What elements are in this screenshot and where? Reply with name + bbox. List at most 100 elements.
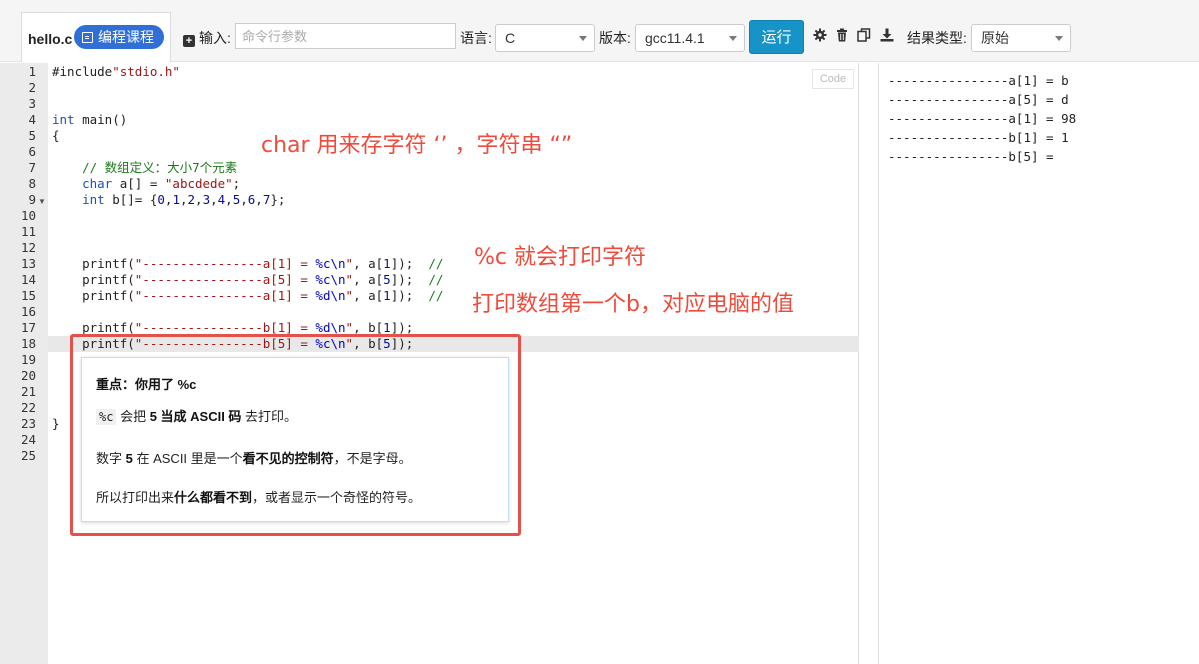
output-line: ----------------a[5] = d xyxy=(888,92,1069,107)
code-line: #include"stdio.h" xyxy=(52,64,180,80)
code-token: , xyxy=(255,192,263,207)
code-token: , xyxy=(240,192,248,207)
code-token: int xyxy=(52,112,75,127)
code-token: 1 xyxy=(383,288,391,303)
code-line: printf("----------------a[5] = %c\n", a[… xyxy=(52,272,443,288)
result-type-value: 原始 xyxy=(981,30,1009,46)
code-token: int xyxy=(82,192,105,207)
code-token: ]); xyxy=(390,256,429,271)
output-line: ----------------a[1] = b xyxy=(888,73,1069,88)
code-line: // 数组定义：大小7个元素 xyxy=(52,160,237,176)
download-icon[interactable] xyxy=(880,28,894,42)
line-number: 17 xyxy=(20,320,36,335)
code-token: 2 xyxy=(187,192,196,207)
copy-icon[interactable] xyxy=(857,28,871,42)
code-token: , xyxy=(210,192,218,207)
hint-card: 重点：你用了 %c %c 会把 5 当成 ASCII 码 去打印。 数字 5 在… xyxy=(81,357,509,522)
line-number: 22 xyxy=(20,400,36,415)
code-token: "----------------a[5] = xyxy=(134,272,316,287)
code-token: %d\n xyxy=(315,320,346,335)
code-token: 1 xyxy=(383,256,391,271)
code-token: #include xyxy=(52,64,113,79)
course-label: 编程课程 xyxy=(98,29,154,45)
annotation-percent-c: %c 就会打印字符 xyxy=(474,245,646,270)
run-button[interactable]: 运行 xyxy=(749,20,804,54)
code-token: 1 xyxy=(383,320,391,335)
result-type-select[interactable]: 原始 xyxy=(971,24,1071,52)
result-type-label: 结果类型: xyxy=(907,30,967,46)
line-number: 13 xyxy=(20,256,36,271)
code-token: %c\n xyxy=(315,272,346,287)
annotation-array-value: 打印数组第一个b，对应电脑的值 xyxy=(472,292,794,317)
code-token: }; xyxy=(270,192,286,207)
version-select[interactable]: gcc11.4.1 xyxy=(635,24,745,52)
code-token: 1 xyxy=(172,192,180,207)
code-line: char a[] = "abcdede"; xyxy=(52,176,240,192)
book-icon xyxy=(82,32,93,43)
language-value: C xyxy=(505,30,516,46)
annotation-char-string: char 用来存字符 ‘’ ，字符串 “” xyxy=(261,133,573,158)
chevron-down-icon xyxy=(729,36,737,41)
code-token: ; xyxy=(232,176,241,191)
code-token: ]); xyxy=(390,288,429,303)
version-value: gcc11.4.1 xyxy=(645,30,705,46)
code-line: int main() xyxy=(52,112,127,128)
line-number: 20 xyxy=(20,368,36,383)
code-token: , xyxy=(195,192,203,207)
line-number: 4 xyxy=(28,112,36,127)
line-number: 7 xyxy=(28,160,36,175)
args-input[interactable] xyxy=(235,23,456,49)
chevron-down-icon xyxy=(579,36,587,41)
line-number: 3 xyxy=(28,96,36,111)
language-select[interactable]: C xyxy=(495,24,595,52)
line-number: 16 xyxy=(20,304,36,319)
output-line: ----------------b[1] = 1 xyxy=(888,130,1069,145)
hint-title: 重点：你用了 %c xyxy=(96,377,197,392)
tab-hello-c[interactable]: hello.c 编程课程 xyxy=(21,12,171,62)
code-token: 5 xyxy=(383,272,391,287)
online-compiler: hello.c 编程课程 + 输入: 语言: C 版本: gcc11.4.1 运行 xyxy=(0,0,1199,664)
line-number: 11 xyxy=(20,224,36,239)
code-token: a[] = xyxy=(112,176,165,191)
line-number: 6 xyxy=(28,144,36,159)
output-panel: ----------------a[1] = b ----------------… xyxy=(878,63,1199,664)
code-token: "----------------a[1] = xyxy=(134,256,316,271)
code-token: printf( xyxy=(52,256,135,271)
code-token: , b[ xyxy=(353,320,384,335)
code-token: printf( xyxy=(52,320,135,335)
trash-icon[interactable] xyxy=(835,28,849,42)
code-token: // 数组定义：大小7个元素 xyxy=(82,160,238,175)
gear-icon[interactable] xyxy=(813,28,827,42)
code-token: 0 xyxy=(157,192,165,207)
course-button[interactable]: 编程课程 xyxy=(74,25,164,49)
hint-line-3: 所以打印出来什么都看不到，或者显示一个奇怪的符号。 xyxy=(96,490,422,505)
plus-icon[interactable]: + xyxy=(183,35,195,47)
code-token: %c\n xyxy=(315,256,346,271)
code-token: // xyxy=(428,256,444,271)
line-number: 15 xyxy=(20,288,36,303)
chevron-down-icon xyxy=(1055,36,1063,41)
line-number: 9 xyxy=(28,192,36,207)
code-token: ]); xyxy=(390,320,414,335)
code-line: int b[]= {0,1,2,3,4,5,6,7}; xyxy=(52,192,285,208)
code-token: "stdio.h" xyxy=(112,64,180,79)
line-number: 18 xyxy=(20,336,36,351)
code-token: // xyxy=(428,272,444,287)
hint-line-1: %c 会把 5 当成 ASCII 码 去打印。 xyxy=(96,406,297,425)
code-token: printf( xyxy=(52,288,135,303)
code-token: char xyxy=(82,176,113,191)
code-token: " xyxy=(345,288,354,303)
language-label: 语言: xyxy=(460,30,492,46)
fold-arrow-icon[interactable]: ▼ xyxy=(38,197,46,206)
code-token: "----------------a[1] = xyxy=(134,288,316,303)
line-number: 1 xyxy=(28,64,36,79)
code-token: 3 xyxy=(202,192,211,207)
line-number: 24 xyxy=(20,432,36,447)
code-token: } xyxy=(52,416,60,431)
code-line: { xyxy=(52,128,60,144)
line-number: 14 xyxy=(20,272,36,287)
line-number: 5 xyxy=(28,128,36,143)
